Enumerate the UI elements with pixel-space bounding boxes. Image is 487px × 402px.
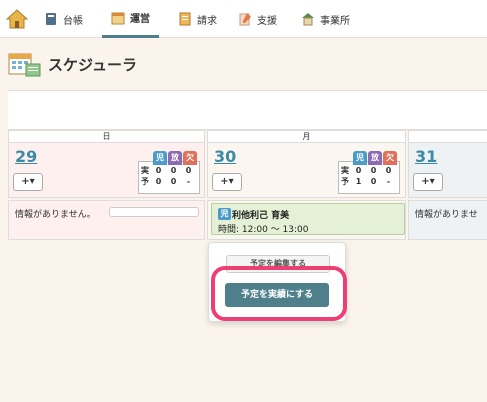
no-info-message: 情報がありません。 bbox=[15, 210, 96, 220]
scheduler-icon bbox=[8, 50, 42, 78]
count-value: 0 bbox=[185, 166, 192, 175]
date-link[interactable]: 31 bbox=[415, 147, 437, 166]
event-time: 時間: 12:00 〜 13:00 bbox=[218, 225, 309, 235]
invoice-icon bbox=[178, 12, 192, 26]
book-icon bbox=[44, 12, 58, 26]
nav-item-billing[interactable]: 請求 bbox=[178, 0, 217, 38]
nav-item-office[interactable]: 事業所 bbox=[301, 0, 350, 38]
absent-badge: 欠 bbox=[183, 151, 197, 165]
after-school-badge: 放 bbox=[168, 151, 182, 165]
count-value: - bbox=[186, 177, 191, 186]
row-label-actual: 実 bbox=[341, 166, 349, 175]
count-value: 0 bbox=[385, 166, 392, 175]
count-value: - bbox=[386, 177, 391, 186]
count-value: 0 bbox=[370, 166, 377, 175]
building-icon bbox=[301, 12, 315, 26]
add-schedule-button[interactable]: +▾ bbox=[212, 173, 242, 191]
child-badge: 児 bbox=[353, 151, 367, 165]
home-icon[interactable] bbox=[6, 9, 28, 29]
weekday-label: 月 bbox=[208, 131, 405, 143]
highlight-annotation bbox=[211, 266, 347, 321]
count-value: 0 bbox=[370, 177, 377, 186]
count-value: 1 bbox=[355, 177, 362, 186]
nav-label: 請求 bbox=[197, 15, 217, 27]
nav-label: 運営 bbox=[130, 14, 150, 25]
add-schedule-button[interactable]: +▾ bbox=[413, 173, 443, 191]
nav-label: 支援 bbox=[257, 15, 277, 27]
count-value: 0 bbox=[355, 166, 362, 175]
weekday-label: 日 bbox=[9, 131, 204, 143]
row-label-planned: 予 bbox=[141, 177, 149, 186]
info-field bbox=[109, 207, 199, 217]
top-nav: 台帳 運営 請求 支援 事業所 bbox=[0, 0, 487, 38]
count-value: 0 bbox=[170, 166, 177, 175]
page-title: スケジューラ bbox=[48, 55, 137, 74]
attendance-counter: 児 放 欠 実 0 0 0 予 0 0 - bbox=[138, 151, 200, 194]
day-column-31: 31 +▾ bbox=[408, 130, 487, 198]
add-schedule-button[interactable]: +▾ bbox=[13, 173, 43, 191]
day-info-31: 情報がありませ bbox=[408, 200, 487, 240]
schedule-toolbar bbox=[8, 90, 487, 130]
event-name: 利他利己 育美 bbox=[232, 211, 290, 221]
calendar-icon bbox=[111, 11, 125, 25]
date-link[interactable]: 29 bbox=[15, 147, 37, 166]
nav-item-support[interactable]: 支援 bbox=[238, 0, 277, 38]
child-badge: 児 bbox=[153, 151, 167, 165]
nav-label: 事業所 bbox=[320, 15, 350, 27]
row-label-planned: 予 bbox=[341, 177, 349, 186]
nav-label: 台帳 bbox=[63, 15, 83, 27]
count-value: 0 bbox=[155, 177, 162, 186]
no-info-message: 情報がありませ bbox=[415, 210, 478, 220]
child-badge: 児 bbox=[218, 208, 231, 220]
nav-item-operation[interactable]: 運営 bbox=[102, 0, 159, 38]
count-value: 0 bbox=[155, 166, 162, 175]
nav-item-ledger[interactable]: 台帳 bbox=[44, 0, 83, 38]
day-info-29: 情報がありません。 bbox=[8, 200, 205, 240]
row-label-actual: 実 bbox=[141, 166, 149, 175]
pencil-icon bbox=[238, 12, 252, 26]
absent-badge: 欠 bbox=[383, 151, 397, 165]
count-value: 0 bbox=[170, 177, 177, 186]
attendance-counter: 児 放 欠 実 0 0 0 予 1 0 - bbox=[338, 151, 400, 194]
day-column-30: 月 30 +▾ 児 放 欠 実 0 0 0 予 1 0 - bbox=[207, 130, 406, 198]
page-header: スケジューラ bbox=[8, 50, 137, 78]
weekday-label bbox=[409, 131, 487, 143]
day-column-29: 日 29 +▾ 児 放 欠 実 0 0 0 予 0 0 - bbox=[8, 130, 205, 198]
date-link[interactable]: 30 bbox=[214, 147, 236, 166]
after-school-badge: 放 bbox=[368, 151, 382, 165]
schedule-event[interactable]: 児 利他利己 育美 時間: 12:00 〜 13:00 bbox=[211, 203, 405, 235]
